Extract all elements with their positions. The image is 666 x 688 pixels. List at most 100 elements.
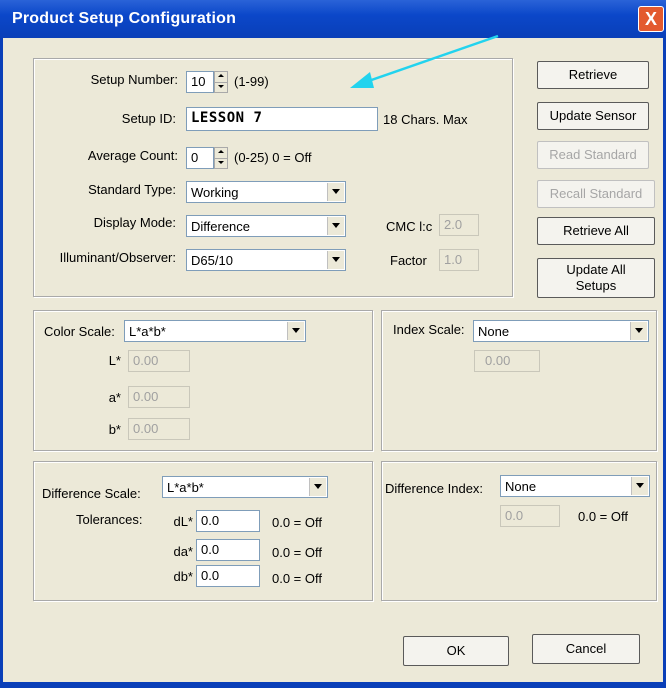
index-scale-select[interactable]: None bbox=[473, 320, 649, 342]
factor-field[interactable]: 1.0 bbox=[439, 249, 479, 271]
chevron-down-icon[interactable] bbox=[327, 183, 344, 201]
color-scale-select[interactable]: L*a*b* bbox=[124, 320, 306, 342]
spin-down-icon[interactable] bbox=[215, 158, 227, 168]
chevron-down-icon[interactable] bbox=[327, 251, 344, 269]
db-star-input[interactable]: 0.0 bbox=[196, 565, 260, 587]
b-star-label: b* bbox=[108, 422, 121, 437]
average-count-field[interactable]: 0 bbox=[186, 147, 214, 169]
color-scale-value: L*a*b* bbox=[129, 324, 166, 339]
setup-number-spinner[interactable] bbox=[214, 71, 228, 93]
update-sensor-button[interactable]: Update Sensor bbox=[537, 102, 649, 130]
difference-index-field[interactable]: 0.0 bbox=[500, 505, 560, 527]
setup-number-label: Setup Number: bbox=[90, 72, 178, 87]
retrieve-label: Retrieve bbox=[568, 67, 618, 82]
average-count-spinner[interactable] bbox=[214, 147, 228, 169]
retrieve-all-label: Retrieve All bbox=[563, 223, 629, 238]
dialog-window: Product Setup Configuration X Setup Numb… bbox=[0, 0, 666, 688]
index-scale-value: None bbox=[478, 324, 510, 339]
average-count-range: (0-25) 0 = Off bbox=[234, 150, 312, 165]
setup-number-range: (1-99) bbox=[234, 74, 269, 89]
read-standard-button[interactable]: Read Standard bbox=[537, 141, 649, 169]
cmc-value: 2.0 bbox=[444, 217, 463, 232]
da-star-value: 0.0 bbox=[201, 542, 220, 557]
read-standard-label: Read Standard bbox=[549, 147, 637, 162]
difference-index-field-value: 0.0 bbox=[505, 508, 524, 523]
update-all-setups-button[interactable]: Update All Setups bbox=[537, 258, 655, 298]
window-title: Product Setup Configuration bbox=[12, 10, 237, 27]
l-star-field[interactable]: 0.00 bbox=[128, 350, 190, 372]
close-icon: X bbox=[644, 9, 657, 29]
average-count-value: 0 bbox=[191, 150, 199, 165]
display-mode-select[interactable]: Difference bbox=[186, 215, 346, 237]
spin-down-icon[interactable] bbox=[215, 82, 227, 92]
index-scale-field-value: 0.00 bbox=[485, 353, 511, 368]
dl-star-hint: 0.0 = Off bbox=[272, 515, 322, 530]
difference-scale-label: Difference Scale: bbox=[42, 486, 141, 501]
standard-type-label: Standard Type: bbox=[88, 182, 176, 197]
standard-type-value: Working bbox=[191, 185, 239, 200]
recall-standard-button[interactable]: Recall Standard bbox=[537, 180, 655, 208]
display-mode-label: Display Mode: bbox=[93, 215, 176, 230]
cancel-label: Cancel bbox=[565, 641, 607, 656]
da-star-input[interactable]: 0.0 bbox=[196, 539, 260, 561]
cancel-button[interactable]: Cancel bbox=[532, 634, 640, 664]
ok-label: OK bbox=[446, 643, 466, 658]
a-star-field[interactable]: 0.00 bbox=[128, 386, 190, 408]
l-star-label: L* bbox=[108, 353, 121, 368]
average-count-label: Average Count: bbox=[87, 148, 178, 163]
index-scale-label: Index Scale: bbox=[393, 322, 465, 337]
dl-star-value: 0.0 bbox=[201, 513, 220, 528]
da-star-hint: 0.0 = Off bbox=[272, 545, 322, 560]
difference-index-value: None bbox=[505, 479, 537, 494]
difference-scale-value: L*a*b* bbox=[167, 480, 204, 495]
window-border-bottom bbox=[0, 682, 666, 688]
l-star-value: 0.00 bbox=[133, 353, 159, 368]
setup-id-label: Setup ID: bbox=[121, 111, 176, 126]
recall-standard-label: Recall Standard bbox=[549, 186, 643, 201]
a-star-label: a* bbox=[108, 390, 121, 405]
a-star-value: 0.00 bbox=[133, 389, 159, 404]
chevron-down-icon[interactable] bbox=[631, 477, 648, 495]
illuminant-observer-label: Illuminant/Observer: bbox=[59, 250, 176, 265]
setup-number-field[interactable]: 10 bbox=[186, 71, 214, 93]
setup-id-value: LESSON 7 bbox=[191, 110, 263, 126]
tolerances-label: Tolerances: bbox=[76, 512, 143, 527]
illuminant-observer-value: D65/10 bbox=[191, 253, 233, 268]
annotation-arrow-icon bbox=[350, 34, 499, 88]
factor-label: Factor bbox=[390, 253, 427, 268]
retrieve-button[interactable]: Retrieve bbox=[537, 61, 649, 89]
dl-star-input[interactable]: 0.0 bbox=[196, 510, 260, 532]
cmc-label: CMC l:c bbox=[386, 219, 433, 234]
difference-index-select[interactable]: None bbox=[500, 475, 650, 497]
db-star-label: db* bbox=[173, 569, 193, 584]
b-star-value: 0.00 bbox=[133, 421, 159, 436]
chevron-down-icon[interactable] bbox=[309, 478, 326, 496]
setup-id-hint: 18 Chars. Max bbox=[383, 112, 468, 127]
difference-scale-select[interactable]: L*a*b* bbox=[162, 476, 328, 498]
da-star-label: da* bbox=[173, 544, 193, 559]
retrieve-all-button[interactable]: Retrieve All bbox=[537, 217, 655, 245]
setup-number-value: 10 bbox=[191, 74, 206, 89]
display-mode-value: Difference bbox=[191, 219, 251, 234]
difference-index-label: Difference Index: bbox=[385, 481, 484, 496]
update-sensor-label: Update Sensor bbox=[549, 108, 637, 123]
setup-id-input[interactable]: LESSON 7 bbox=[186, 107, 378, 131]
window-border-left bbox=[0, 38, 3, 688]
difference-index-hint: 0.0 = Off bbox=[578, 509, 628, 524]
update-all-setups-label: Update All Setups bbox=[566, 262, 626, 293]
index-scale-field[interactable]: 0.00 bbox=[474, 350, 540, 372]
color-scale-label: Color Scale: bbox=[44, 324, 115, 339]
close-button[interactable]: X bbox=[638, 6, 664, 32]
db-star-value: 0.0 bbox=[201, 568, 220, 583]
chevron-down-icon[interactable] bbox=[327, 217, 344, 235]
factor-value: 1.0 bbox=[444, 252, 463, 267]
ok-button[interactable]: OK bbox=[403, 636, 509, 666]
chevron-down-icon[interactable] bbox=[287, 322, 304, 340]
chevron-down-icon[interactable] bbox=[630, 322, 647, 340]
cmc-field[interactable]: 2.0 bbox=[439, 214, 479, 236]
b-star-field[interactable]: 0.00 bbox=[128, 418, 190, 440]
standard-type-select[interactable]: Working bbox=[186, 181, 346, 203]
db-star-hint: 0.0 = Off bbox=[272, 571, 322, 586]
dl-star-label: dL* bbox=[173, 514, 193, 529]
illuminant-observer-select[interactable]: D65/10 bbox=[186, 249, 346, 271]
